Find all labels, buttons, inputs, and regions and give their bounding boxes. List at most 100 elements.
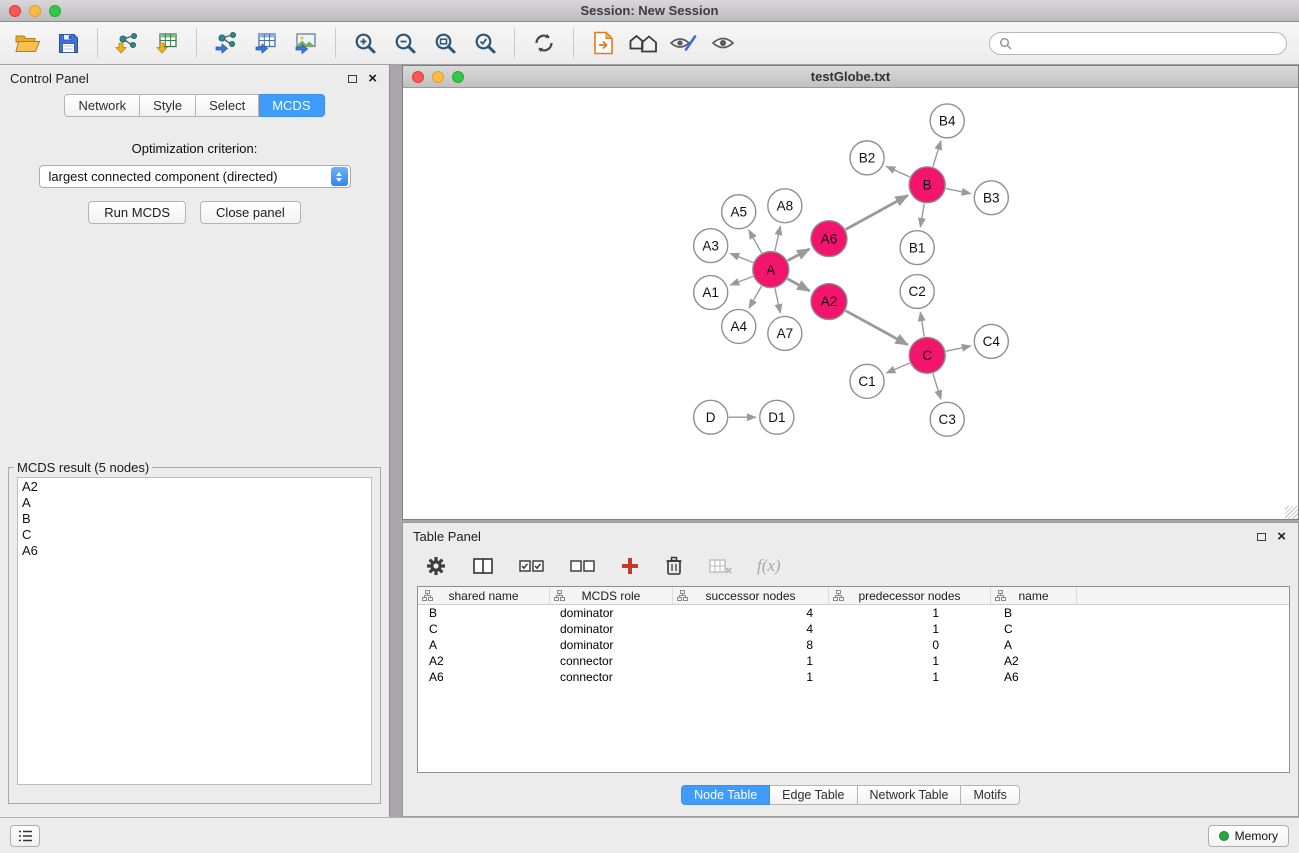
network-window-titlebar[interactable]: testGlobe.txt: [403, 66, 1298, 88]
node-B2[interactable]: B2: [850, 141, 884, 175]
edge-B-B4[interactable]: [933, 141, 941, 167]
node-A[interactable]: A: [753, 252, 789, 288]
tab-select[interactable]: Select: [196, 94, 259, 117]
run-mcds-button[interactable]: Run MCDS: [88, 201, 186, 224]
column-header-shared-name[interactable]: shared name: [418, 587, 550, 604]
node-B[interactable]: B: [909, 167, 945, 203]
table-row[interactable]: A6connector11A6: [418, 669, 1289, 685]
export-image-button[interactable]: [288, 25, 324, 61]
node-C4[interactable]: C4: [974, 324, 1008, 358]
float-table-panel-icon[interactable]: [1257, 533, 1266, 541]
resize-handle[interactable]: [1285, 506, 1298, 519]
zoom-window-button[interactable]: [49, 5, 61, 17]
table-row[interactable]: Cdominator41C: [418, 621, 1289, 637]
import-table-button[interactable]: [149, 25, 185, 61]
node-A7[interactable]: A7: [768, 316, 802, 350]
node-A2[interactable]: A2: [811, 284, 847, 320]
zoom-selected-button[interactable]: [467, 25, 503, 61]
minimize-network-window-button[interactable]: [432, 71, 444, 83]
search-field[interactable]: [989, 32, 1287, 55]
export-table-button[interactable]: [248, 25, 284, 61]
tab-motifs[interactable]: Motifs: [961, 785, 1019, 805]
edge-C-C4[interactable]: [946, 346, 971, 351]
node-B3[interactable]: B3: [974, 181, 1008, 215]
node-C2[interactable]: C2: [900, 275, 934, 309]
import-network-button[interactable]: [109, 25, 145, 61]
edge-B-B3[interactable]: [946, 189, 971, 194]
show-hide-panels-button[interactable]: [625, 25, 661, 61]
close-network-window-button[interactable]: [412, 71, 424, 83]
tab-network[interactable]: Network: [64, 94, 140, 117]
memory-button[interactable]: Memory: [1208, 825, 1289, 847]
edge-A-A7[interactable]: [775, 288, 780, 313]
column-header-successor-nodes[interactable]: successor nodes: [673, 587, 829, 604]
result-item[interactable]: C: [22, 527, 367, 543]
node-A1[interactable]: A1: [694, 276, 728, 310]
task-history-button[interactable]: [10, 825, 40, 847]
close-panel-button[interactable]: Close panel: [200, 201, 301, 224]
zoom-network-window-button[interactable]: [452, 71, 464, 83]
close-table-panel-icon[interactable]: ×: [1277, 529, 1286, 544]
close-window-button[interactable]: [9, 5, 21, 17]
refresh-view-button[interactable]: [526, 25, 562, 61]
optimization-criterion-dropdown[interactable]: largest connected component (directed): [39, 165, 351, 188]
edge-C-C3[interactable]: [933, 373, 941, 399]
show-columns-button[interactable]: [473, 557, 493, 575]
edge-A-A3[interactable]: [730, 253, 753, 262]
table-settings-button[interactable]: [425, 555, 447, 577]
select-all-rows-button[interactable]: [519, 559, 544, 573]
node-A8[interactable]: A8: [768, 189, 802, 223]
export-network-button[interactable]: [208, 25, 244, 61]
float-panel-icon[interactable]: [348, 75, 357, 83]
edge-A-A6[interactable]: [788, 249, 810, 261]
node-B1[interactable]: B1: [900, 231, 934, 265]
network-canvas[interactable]: AA6A2BCA5A8A3A1A4A7B1B2B3B4C1C2C3C4DD1: [403, 88, 1298, 519]
delete-column-button[interactable]: [665, 556, 683, 576]
node-A4[interactable]: A4: [722, 309, 756, 343]
node-C[interactable]: C: [909, 337, 945, 373]
delete-table-button-disabled[interactable]: [709, 558, 733, 574]
result-item[interactable]: A6: [22, 543, 367, 559]
create-column-button[interactable]: [621, 557, 639, 575]
mcds-result-list[interactable]: A2ABCA6: [17, 477, 372, 785]
zoom-out-button[interactable]: [387, 25, 423, 61]
function-builder-button[interactable]: f(x): [757, 556, 781, 576]
zoom-fit-button[interactable]: [427, 25, 463, 61]
edge-C-C1[interactable]: [886, 363, 909, 373]
open-session-button[interactable]: [10, 25, 46, 61]
close-control-panel-icon[interactable]: ×: [368, 71, 377, 86]
node-D1[interactable]: D1: [760, 400, 794, 434]
tab-node-table[interactable]: Node Table: [681, 785, 770, 805]
tab-edge-table[interactable]: Edge Table: [770, 785, 857, 805]
edge-A6-B[interactable]: [846, 195, 908, 229]
edge-A-A2[interactable]: [787, 279, 809, 291]
edge-A2-C[interactable]: [846, 311, 908, 345]
tab-network-table[interactable]: Network Table: [858, 785, 962, 805]
node-A5[interactable]: A5: [722, 195, 756, 229]
show-graphics-details-button[interactable]: [705, 25, 741, 61]
zoom-in-button[interactable]: [347, 25, 383, 61]
deselect-all-rows-button[interactable]: [570, 559, 595, 573]
result-item[interactable]: B: [22, 511, 367, 527]
edge-A-A8[interactable]: [775, 226, 780, 251]
column-header-MCDS-role[interactable]: MCDS role: [550, 587, 673, 604]
tab-style[interactable]: Style: [140, 94, 196, 117]
table-row[interactable]: A2connector11A2: [418, 653, 1289, 669]
node-B4[interactable]: B4: [930, 104, 964, 138]
node-D[interactable]: D: [694, 400, 728, 434]
minimize-window-button[interactable]: [29, 5, 41, 17]
save-session-button[interactable]: [50, 25, 86, 61]
annotation-mode-button[interactable]: [665, 25, 701, 61]
column-header-name[interactable]: name: [991, 587, 1077, 604]
edge-A-A4[interactable]: [749, 286, 761, 308]
edge-A-A5[interactable]: [749, 230, 762, 253]
tab-mcds[interactable]: MCDS: [259, 94, 324, 117]
column-header-predecessor-nodes[interactable]: predecessor nodes: [829, 587, 991, 604]
edge-B-B2[interactable]: [886, 166, 910, 177]
result-item[interactable]: A2: [22, 479, 367, 495]
result-item[interactable]: A: [22, 495, 367, 511]
table-row[interactable]: Bdominator41B: [418, 605, 1289, 621]
node-C3[interactable]: C3: [930, 402, 964, 436]
search-input[interactable]: [1017, 36, 1277, 50]
node-A3[interactable]: A3: [694, 229, 728, 263]
